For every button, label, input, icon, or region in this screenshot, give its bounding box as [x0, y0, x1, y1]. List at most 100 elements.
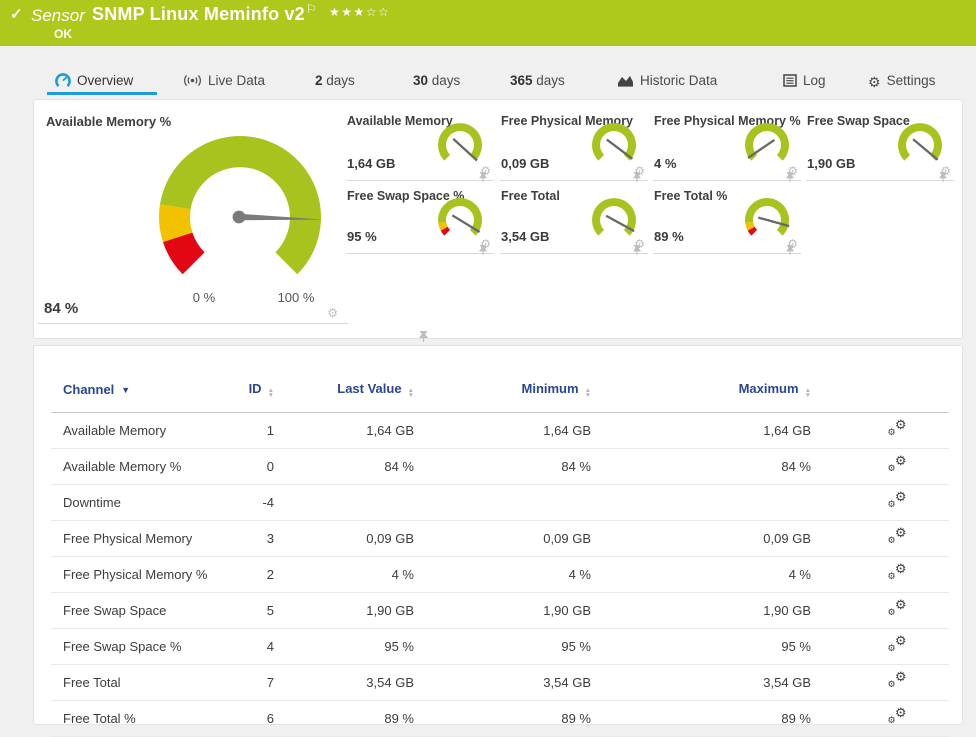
channel-settings-icon[interactable]: ⚙ ⚙ — [888, 669, 907, 689]
gauge-scale-min-label: 0 % — [192, 290, 216, 305]
gauge-title: Free Total — [501, 189, 560, 203]
channel-value: 1,90 GB — [591, 592, 811, 629]
gauge-pin-icon[interactable] — [939, 172, 947, 182]
gauge-value: 0,09 GB — [501, 156, 550, 171]
channel-value: 3,54 GB — [414, 664, 591, 701]
channel-row: Free Swap Space 5 1,90 GB 1,90 GB 1,90 GB ⚙ ⚙ — [51, 592, 949, 629]
tab-30-days[interactable]: 30 days — [413, 70, 460, 96]
sort-both-icon: ▲ ▼ — [804, 387, 811, 399]
channel-value — [591, 484, 811, 521]
channel-name[interactable]: Available Memory % — [51, 448, 231, 485]
column-header-minimum[interactable]: Minimum ▲ ▼ — [414, 376, 591, 413]
gauge-pin-icon[interactable] — [633, 245, 641, 255]
channel-value: 3 — [231, 520, 274, 557]
channel-value: 1,64 GB — [414, 412, 591, 449]
channel-value: 95 % — [591, 628, 811, 665]
tab-live-data[interactable]: Live Data — [183, 70, 265, 96]
sort-both-icon: ▲ ▼ — [407, 387, 414, 399]
gauge-pin-icon[interactable] — [786, 172, 794, 182]
channel-settings-icon[interactable]: ⚙ ⚙ — [888, 489, 907, 509]
object-kind-label: Sensor — [31, 6, 85, 25]
channel-name[interactable]: Free Physical Memory — [51, 520, 231, 557]
channel-value: -4 — [231, 484, 274, 521]
gauge-value: 1,64 GB — [347, 156, 396, 171]
channel-value — [274, 484, 414, 521]
channel-row: Free Total % 6 89 % 89 % 89 % ⚙ ⚙ — [51, 700, 949, 737]
gauges-panel: Available Memory % 0 % 100 % 84 % ⚙ Avai… — [33, 99, 963, 342]
channel-name[interactable]: Free Physical Memory % — [51, 556, 231, 593]
channel-value: 4 — [231, 628, 274, 665]
gauge-pin-icon[interactable] — [786, 245, 794, 255]
channel-row: Free Physical Memory 3 0,09 GB 0,09 GB 0,09 … — [51, 520, 949, 557]
primary-gauge-chart — [159, 136, 323, 275]
gauge-tile: Free Physical Memory 0,09 GB ⚙ — [500, 112, 648, 182]
channel-value: 84 % — [591, 448, 811, 485]
channel-settings-icon[interactable]: ⚙ ⚙ — [888, 597, 907, 617]
channel-settings-icon[interactable]: ⚙ ⚙ — [888, 561, 907, 581]
sort-desc-icon: ▼ — [121, 385, 131, 395]
channel-name[interactable]: Free Swap Space % — [51, 628, 231, 665]
channel-value: 84 % — [414, 448, 591, 485]
gauge-tile: Free Swap Space 1,90 GB ⚙ — [806, 112, 954, 182]
channel-settings-icon[interactable]: ⚙ ⚙ — [888, 633, 907, 653]
gauge-tile: Free Swap Space % 95 % ⚙ — [346, 187, 494, 255]
gauge-pin-icon[interactable] — [419, 331, 428, 342]
channel-value: 3,54 GB — [274, 664, 414, 701]
tab-settings[interactable]: ⚙ Settings — [868, 70, 935, 96]
tab-365-days[interactable]: 365 days — [510, 70, 565, 96]
tab-2-days[interactable]: 2 days — [315, 70, 355, 96]
active-tab-indicator — [47, 92, 157, 95]
column-header-last-value[interactable]: Last Value ▲ ▼ — [274, 376, 414, 413]
sort-both-icon: ▲ ▼ — [584, 387, 591, 399]
sort-both-icon: ▲ ▼ — [267, 387, 274, 399]
channel-row: Available Memory % 0 84 % 84 % 84 % ⚙ ⚙ — [51, 448, 949, 485]
channel-value: 7 — [231, 664, 274, 701]
priority-stars[interactable]: ★★★☆☆ — [329, 5, 390, 19]
gauge-chart — [592, 123, 636, 161]
channel-value: 1 — [231, 412, 274, 449]
channel-value: 6 — [231, 700, 274, 737]
channel-name[interactable]: Downtime — [51, 484, 231, 521]
column-header-id[interactable]: ID ▲ ▼ — [231, 376, 274, 413]
tab-log[interactable]: Log — [783, 70, 826, 96]
channel-value: 95 % — [274, 628, 414, 665]
channels-table: Channel ▼ ID ▲ ▼ Last Value ▲ ▼ Minimum ▲ ▼ Maximum… — [51, 376, 949, 737]
channel-value: 89 % — [274, 700, 414, 737]
channel-name[interactable]: Free Swap Space — [51, 592, 231, 629]
gauge-pin-icon[interactable] — [633, 172, 641, 182]
channel-name[interactable]: Available Memory — [51, 412, 231, 449]
column-header-maximum[interactable]: Maximum ▲ ▼ — [591, 376, 811, 413]
channel-value: 1,64 GB — [591, 412, 811, 449]
channel-settings-icon[interactable]: ⚙ ⚙ — [888, 525, 907, 545]
primary-gauge-value: 84 % — [44, 300, 79, 317]
gauge-value: 89 % — [654, 229, 684, 244]
primary-gauge-tile: Available Memory % 0 % 100 % 84 % ⚙ — [38, 100, 428, 342]
gauge-chart — [438, 123, 482, 162]
channel-name[interactable]: Free Total — [51, 664, 231, 701]
sensor-status-badge: OK — [54, 27, 72, 41]
gauge-value: 3,54 GB — [501, 229, 550, 244]
gauge-title: Free Total % — [654, 189, 728, 203]
channel-name[interactable]: Free Total % — [51, 700, 231, 737]
gauge-value: 4 % — [654, 156, 677, 171]
channel-row: Free Total 7 3,54 GB 3,54 GB 3,54 GB ⚙ ⚙ — [51, 664, 949, 701]
gauge-pin-icon[interactable] — [479, 172, 487, 182]
channel-settings-icon[interactable]: ⚙ ⚙ — [888, 453, 907, 473]
gauge-settings-gear-icon[interactable]: ⚙ — [327, 307, 338, 319]
flag-icon[interactable]: ⚐ — [306, 2, 317, 16]
status-check-icon: ✓ — [10, 6, 23, 23]
channel-row: Free Physical Memory % 2 4 % 4 % 4 % ⚙ ⚙ — [51, 556, 949, 593]
tab-historic-data[interactable]: Historic Data — [617, 70, 717, 96]
gauge-tile: Available Memory 1,64 GB ⚙ — [346, 112, 494, 182]
column-header-channel[interactable]: Channel ▼ — [51, 376, 231, 413]
channel-settings-icon[interactable]: ⚙ ⚙ — [888, 417, 907, 437]
channel-row: Available Memory 1 1,64 GB 1,64 GB 1,64 GB ⚙ ⚙ — [51, 412, 949, 449]
channel-value: 89 % — [591, 700, 811, 737]
gauge-scale-max-label: 100 % — [277, 290, 315, 305]
gauge-pin-icon[interactable] — [479, 245, 487, 255]
channel-value: 1,90 GB — [414, 592, 591, 629]
channel-value: 1,64 GB — [274, 412, 414, 449]
channel-value — [414, 484, 591, 521]
gauge-value: 95 % — [347, 229, 377, 244]
channel-settings-icon[interactable]: ⚙ ⚙ — [888, 705, 907, 725]
